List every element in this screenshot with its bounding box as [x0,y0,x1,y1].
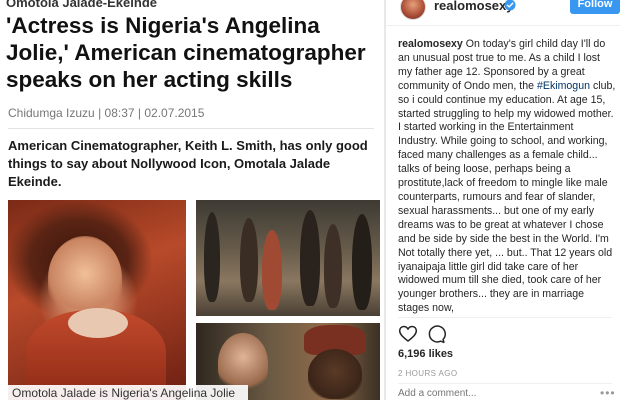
news-article: Omotola Jalade-Ekeinde 'Actress is Niger… [0,0,384,400]
article-lead: American Cinematographer, Keith L. Smith… [8,138,368,189]
article-photo-collage[interactable] [8,197,380,400]
comment-input[interactable] [398,386,598,400]
hashtag-link[interactable]: #Ekimogun [537,80,590,92]
post-username[interactable]: realomosexy [434,0,514,13]
photo-caption: Omotola Jalade is Nigeria's Angelina Jol… [12,386,236,400]
more-options-icon[interactable]: ••• [600,386,616,400]
publish-time: 08:37 [104,106,135,120]
verified-badge-icon [504,0,516,11]
comment-divider [398,383,612,384]
avatar[interactable] [400,0,426,20]
byline-divider [8,128,374,129]
article-headline[interactable]: 'Actress is Nigeria's Angelina Jolie,' A… [6,12,378,93]
film-set-photo[interactable] [196,200,380,316]
comment-icon[interactable] [426,324,446,344]
post-timestamp[interactable]: 2 HOURS AGO [398,369,458,378]
publish-date: 02.07.2015 [144,106,205,120]
post-caption: realomosexy On today's girl child day I'… [398,38,616,318]
caption-text-part2: club, so i could continue my education. … [398,79,616,315]
actress-portrait-photo[interactable] [8,200,186,400]
instagram-post-panel: realomosexy Follow realomosexy On today'… [386,0,620,400]
caption-username[interactable]: realomosexy [398,38,463,50]
post-header: realomosexy Follow [386,0,620,26]
actions-divider [398,317,612,318]
follow-button[interactable]: Follow [570,0,620,14]
likes-count[interactable]: 6,196 likes [398,348,453,360]
article-kicker[interactable]: Omotola Jalade-Ekeinde [6,0,157,10]
heart-icon[interactable] [398,324,418,344]
article-byline: Chidumga Izuzu | 08:37 | 02.07.2015 [8,106,204,120]
author-name[interactable]: Chidumga Izuzu [8,106,95,120]
